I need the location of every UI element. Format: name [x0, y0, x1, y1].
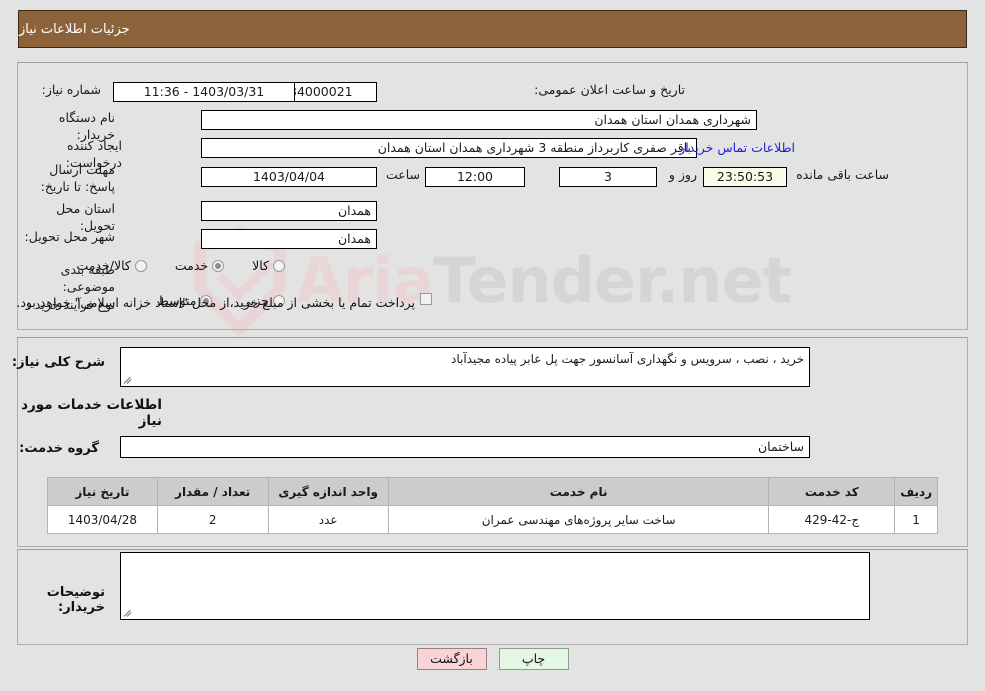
- treasury-bonds-checkbox[interactable]: [420, 293, 432, 305]
- radio-option-khedmat[interactable]: خدمت: [174, 258, 225, 273]
- cell-quantity: 2: [156, 505, 269, 534]
- print-button[interactable]: چاپ: [498, 648, 569, 670]
- table-header-row: ردیف کد خدمت نام خدمت واحد اندازه گیری ت…: [47, 477, 938, 506]
- page-title-bar: جزئیات اطلاعات نیاز: [18, 10, 967, 48]
- buyer-org-value[interactable]: شهرداری همدان استان همدان: [201, 110, 757, 130]
- action-button-bar: بازگشت چاپ: [0, 648, 985, 670]
- treasury-bonds-text: پرداخت تمام یا بخشی از مبلغ خرید،از محل …: [16, 295, 415, 310]
- radio-option-kala-khedmat[interactable]: کالا/خدمت: [76, 258, 147, 273]
- column-header-service-name: نام خدمت: [387, 477, 770, 506]
- radio-icon-selected[interactable]: [212, 259, 225, 272]
- cell-row-no: 1: [894, 505, 938, 534]
- column-header-quantity: تعداد / مقدار: [156, 477, 269, 506]
- description-label: شرح کلی نیاز:: [11, 355, 105, 370]
- column-header-row-no: ردیف: [894, 477, 938, 506]
- service-group-label: گروه خدمت:: [19, 441, 99, 456]
- buyer-contact-link[interactable]: اطلاعات تماس خریدار: [679, 140, 795, 155]
- description-textarea[interactable]: خرید ، نصب ، سرویس و نگهداری آسانسور جهت…: [120, 347, 810, 387]
- back-button[interactable]: بازگشت: [416, 648, 487, 670]
- cell-service-code: ج-42-429: [768, 505, 896, 534]
- announce-datetime-label: تاریخ و ساعت اعلان عمومی:: [534, 82, 685, 97]
- remaining-days-value[interactable]: 3: [559, 167, 657, 187]
- need-info-panel: [17, 62, 968, 330]
- deadline-label: مهلت ارسال پاسخ: تا تاریخ:: [40, 162, 115, 194]
- services-section-heading: اطلاعات خدمات مورد نیاز: [21, 397, 162, 429]
- announce-datetime-value[interactable]: 1403/03/31 - 11:36: [113, 82, 295, 102]
- column-header-need-date: تاریخ نیاز: [47, 477, 158, 506]
- deadline-date-value[interactable]: 1403/04/04: [201, 167, 377, 187]
- checkbox-icon[interactable]: [420, 293, 432, 305]
- services-table: ردیف کد خدمت نام خدمت واحد اندازه گیری ت…: [47, 477, 938, 534]
- resize-grip-icon[interactable]: [123, 607, 134, 617]
- radio-option-label: خدمت: [174, 258, 209, 273]
- table-row: 1 ج-42-429 ساخت سایر پروژه‌های مهندسی عم…: [47, 505, 938, 534]
- deadline-time-value[interactable]: 12:00: [425, 167, 525, 187]
- buyer-notes-label: توضیحات خریدار:: [46, 585, 105, 615]
- page-title: جزئیات اطلاعات نیاز: [19, 21, 130, 37]
- delivery-city-value[interactable]: همدان: [201, 229, 377, 249]
- days-and-label: روز و: [668, 167, 697, 182]
- buyer-notes-textarea[interactable]: [120, 552, 870, 620]
- radio-icon[interactable]: [134, 259, 147, 272]
- column-header-service-code: کد خدمت: [768, 477, 896, 506]
- cell-need-date: 1403/04/28: [47, 505, 158, 534]
- radio-icon[interactable]: [273, 259, 285, 272]
- hour-label: ساعت: [385, 167, 420, 182]
- radio-option-label: کالا: [252, 258, 269, 273]
- delivery-city-label: شهر محل تحویل:: [24, 229, 115, 244]
- radio-option-kala[interactable]: کالا: [252, 258, 285, 273]
- creator-value[interactable]: باقر صفری کاربرداز منطقه 3 شهرداری همدان…: [201, 138, 697, 158]
- subject-category-radio-group[interactable]: کالا خدمت کالا/خدمت: [54, 258, 285, 273]
- radio-option-label: کالا/خدمت: [76, 258, 131, 273]
- cell-service-name: ساخت سایر پروژه‌های مهندسی عمران: [387, 505, 770, 534]
- column-header-unit: واحد اندازه گیری: [267, 477, 389, 506]
- remaining-hours-label: ساعت باقی مانده: [796, 167, 889, 182]
- delivery-province-value[interactable]: همدان: [201, 201, 377, 221]
- resize-grip-icon[interactable]: [123, 374, 134, 384]
- need-number-label: شماره نیاز:: [41, 82, 101, 97]
- cell-unit: عدد: [267, 505, 389, 534]
- countdown-timer-value: 23:50:53: [703, 167, 787, 187]
- description-value: خرید ، نصب ، سرویس و نگهداری آسانسور جهت…: [451, 352, 804, 366]
- service-group-value[interactable]: ساختمان: [120, 436, 810, 458]
